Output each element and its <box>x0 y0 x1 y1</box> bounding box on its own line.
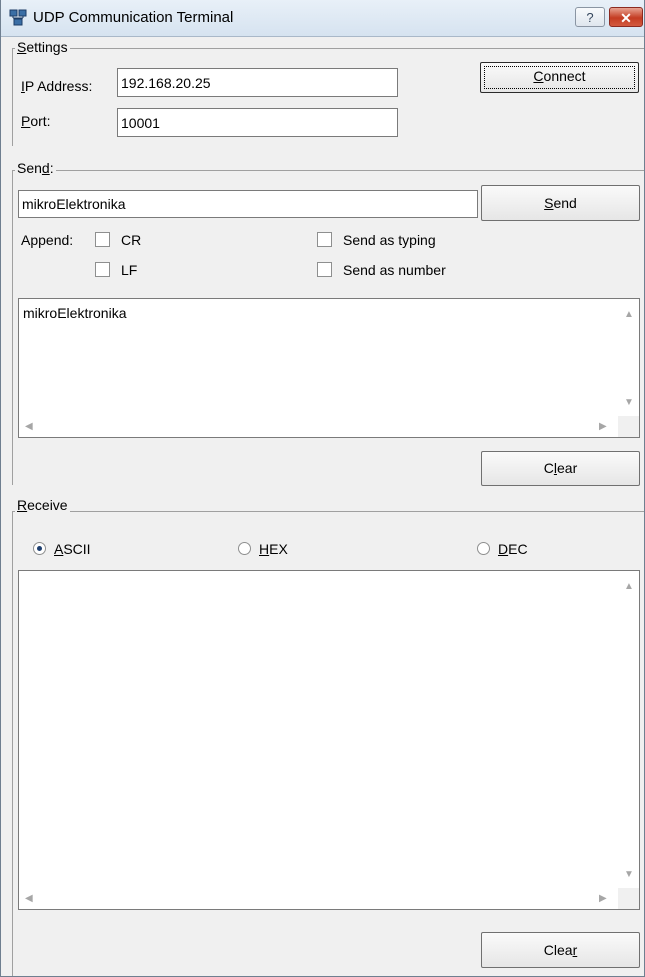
receive-log-memo[interactable]: ▲ ▼ ◀ ▶ <box>18 570 640 910</box>
send-as-typing-label: Send as typing <box>343 232 436 248</box>
settings-group-label: Settings <box>15 39 70 55</box>
scroll-right-arrow-icon[interactable]: ▶ <box>599 893 607 904</box>
port-label: Port: <box>21 113 51 129</box>
settings-group-label-rest: ettings <box>26 39 68 55</box>
ip-address-label: IP Address: <box>21 78 93 94</box>
close-button[interactable]: ✕ <box>609 7 643 27</box>
send-as-number-label: Send as number <box>343 262 446 278</box>
hex-label: HEX <box>259 541 288 557</box>
send-button[interactable]: Send <box>481 185 640 221</box>
connect-button[interactable]: Connect <box>480 62 639 93</box>
send-clear-button[interactable]: Clear <box>481 451 640 486</box>
dec-radio[interactable] <box>477 542 490 555</box>
scroll-down-arrow-icon[interactable]: ▼ <box>624 397 634 408</box>
scroll-corner <box>618 416 639 437</box>
receive-log-horizontal-scrollbar[interactable]: ◀ ▶ <box>19 888 618 909</box>
append-label: Append: <box>21 232 74 248</box>
scroll-corner <box>618 888 639 909</box>
receive-clear-button[interactable]: Clear <box>481 932 640 968</box>
network-app-icon <box>9 9 27 26</box>
send-text-input[interactable] <box>18 190 478 218</box>
send-log-horizontal-scrollbar[interactable]: ◀ ▶ <box>19 416 618 437</box>
send-log-text: mikroElektronika <box>23 305 127 321</box>
send-group-label: Send: <box>15 160 56 176</box>
cr-label: CR <box>121 232 142 248</box>
receive-clear-button-label: Clear <box>543 942 578 958</box>
ascii-radio-dot <box>37 546 42 551</box>
title-bar[interactable]: UDP Communication Terminal ? ✕ <box>1 0 644 37</box>
send-as-typing-checkbox[interactable] <box>317 232 332 247</box>
help-button[interactable]: ? <box>575 7 605 27</box>
lf-checkbox[interactable] <box>95 262 110 277</box>
hex-radio[interactable] <box>238 542 251 555</box>
scroll-up-arrow-icon[interactable]: ▲ <box>624 581 634 592</box>
window-title: UDP Communication Terminal <box>33 9 234 26</box>
udp-terminal-window: UDP Communication Terminal ? ✕ Settings … <box>0 0 645 977</box>
scroll-down-arrow-icon[interactable]: ▼ <box>624 869 634 880</box>
receive-group-label: Receive <box>15 497 70 513</box>
receive-log-vertical-scrollbar[interactable]: ▲ ▼ <box>618 571 639 888</box>
scroll-up-arrow-icon[interactable]: ▲ <box>624 309 634 320</box>
scroll-right-arrow-icon[interactable]: ▶ <box>599 421 607 432</box>
dec-label: DEC <box>498 541 528 557</box>
ascii-label: ASCII <box>54 541 91 557</box>
scroll-left-arrow-icon[interactable]: ◀ <box>25 421 33 432</box>
cr-checkbox[interactable] <box>95 232 110 247</box>
ip-address-input[interactable] <box>117 68 398 97</box>
send-clear-button-label: Clear <box>543 460 578 476</box>
scroll-left-arrow-icon[interactable]: ◀ <box>25 893 33 904</box>
send-log-vertical-scrollbar[interactable]: ▲ ▼ <box>618 299 639 416</box>
send-log-memo[interactable]: mikroElektronika ▲ ▼ ◀ ▶ <box>18 298 640 438</box>
send-button-label: Send <box>544 195 577 211</box>
send-as-number-checkbox[interactable] <box>317 262 332 277</box>
lf-label: LF <box>121 262 138 278</box>
ascii-radio[interactable] <box>33 542 46 555</box>
port-input[interactable] <box>117 108 398 137</box>
